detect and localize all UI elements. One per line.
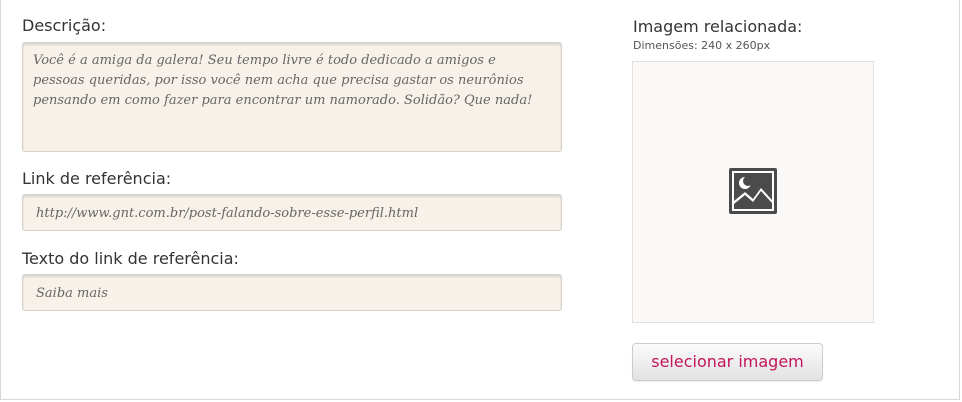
description-label: Descrição: <box>22 16 107 35</box>
reference-link-label: Link de referência: <box>22 169 172 188</box>
select-image-button[interactable]: selecionar imagem <box>632 343 823 381</box>
reference-link-text-input[interactable]: Saiba mais <box>22 274 562 311</box>
reference-link-input[interactable]: http://www.gnt.com.br/post-falando-sobre… <box>22 194 562 231</box>
image-placeholder-icon <box>729 168 777 214</box>
description-textarea[interactable]: Você é a amiga da galera! Seu tempo livr… <box>22 42 562 152</box>
reference-link-text-label: Texto do link de referência: <box>22 249 239 268</box>
image-dimensions-note: Dimensões: 240 x 260px <box>633 39 771 52</box>
related-image-title: Imagem relacionada: <box>633 17 803 36</box>
